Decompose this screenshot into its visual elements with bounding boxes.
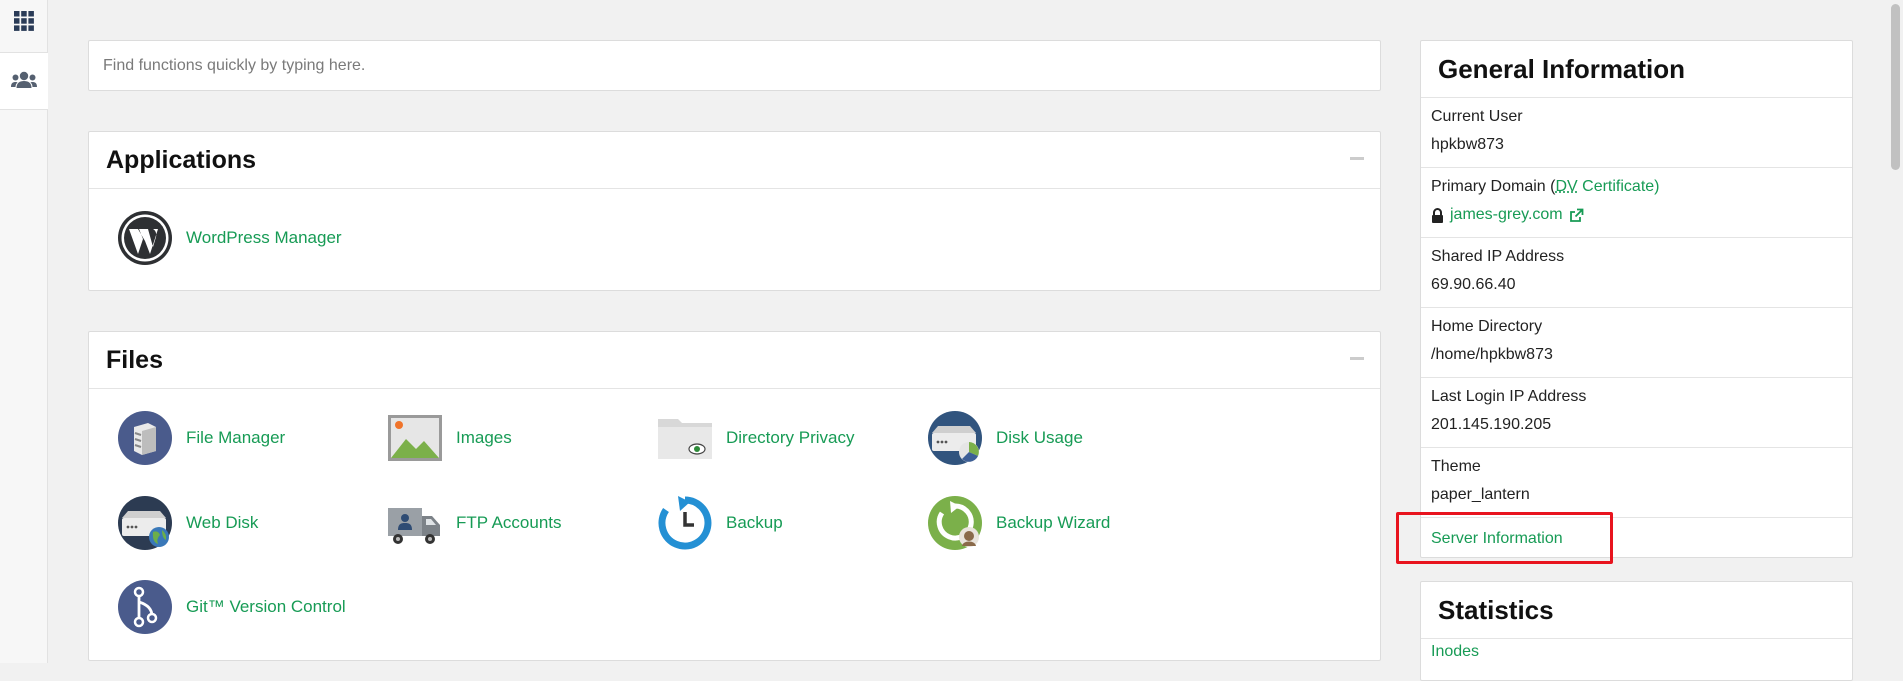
home-directory-row: Home Directory /home/hpkbw873 — [1421, 308, 1852, 378]
current-user-row: Current User hpkbw873 — [1421, 98, 1852, 168]
collapse-files-button[interactable] — [1350, 357, 1364, 360]
directory-privacy-icon — [656, 409, 714, 467]
backup-wizard-label: Backup Wizard — [996, 513, 1110, 533]
directory-privacy-item[interactable]: Directory Privacy — [656, 409, 854, 467]
ftp-accounts-label: FTP Accounts — [456, 513, 562, 533]
general-information-title: General Information — [1421, 41, 1852, 98]
page-scrollbar[interactable] — [1887, 0, 1903, 663]
images-label: Images — [456, 428, 512, 448]
images-item[interactable]: Images — [386, 409, 512, 467]
users-button[interactable] — [0, 52, 48, 110]
web-disk-item[interactable]: Web Disk — [116, 494, 258, 552]
current-user-label: Current User — [1431, 107, 1842, 127]
inodes-link[interactable]: Inodes — [1421, 639, 1852, 665]
files-panel: Files File Manager Images Directory Priv… — [88, 331, 1381, 661]
general-information-panel: General Information Current User hpkbw87… — [1420, 40, 1853, 558]
backup-wizard-icon — [926, 494, 984, 552]
dv-abbreviation[interactable]: DV — [1555, 178, 1577, 195]
scrollbar-thumb[interactable] — [1891, 4, 1900, 170]
file-manager-label: File Manager — [186, 428, 285, 448]
home-directory-value: /home/hpkbw873 — [1431, 345, 1842, 365]
external-link-icon[interactable] — [1569, 208, 1584, 223]
files-panel-header: Files — [89, 332, 1380, 389]
collapse-applications-button[interactable] — [1350, 157, 1364, 160]
server-information-link[interactable]: Server Information — [1421, 518, 1852, 560]
applications-panel: Applications WordPress Manager — [88, 131, 1381, 291]
applications-title: Applications — [106, 146, 256, 175]
primary-domain-label: Primary Domain (DV Certificate) — [1431, 177, 1842, 197]
web-disk-label: Web Disk — [186, 513, 258, 533]
left-rail — [0, 0, 48, 663]
files-title: Files — [106, 346, 163, 375]
domain-link[interactable]: james-grey.com — [1450, 205, 1563, 225]
wordpress-manager-label: WordPress Manager — [186, 228, 342, 248]
backup-item[interactable]: Backup — [656, 494, 783, 552]
theme-label: Theme — [1431, 457, 1842, 477]
backup-icon — [656, 494, 714, 552]
theme-value: paper_lantern — [1431, 485, 1842, 505]
wordpress-icon — [116, 209, 174, 267]
applications-panel-header: Applications — [89, 132, 1380, 189]
theme-row: Theme paper_lantern — [1421, 448, 1852, 518]
git-icon — [116, 578, 174, 636]
git-version-control-label: Git™ Version Control — [186, 597, 346, 617]
wordpress-manager-item[interactable]: WordPress Manager — [116, 209, 342, 267]
lock-icon — [1431, 208, 1444, 223]
shared-ip-row: Shared IP Address 69.90.66.40 — [1421, 238, 1852, 308]
shared-ip-label: Shared IP Address — [1431, 247, 1842, 267]
users-icon — [11, 71, 37, 91]
statistics-panel: Statistics Inodes — [1420, 581, 1853, 681]
backup-wizard-item[interactable]: Backup Wizard — [926, 494, 1110, 552]
disk-usage-item[interactable]: Disk Usage — [926, 409, 1083, 467]
search-input[interactable] — [88, 40, 1381, 91]
disk-usage-label: Disk Usage — [996, 428, 1083, 448]
last-login-row: Last Login IP Address 201.145.190.205 — [1421, 378, 1852, 448]
grid-icon — [14, 11, 34, 31]
ftp-accounts-item[interactable]: FTP Accounts — [386, 494, 562, 552]
disk-usage-icon — [926, 409, 984, 467]
web-disk-icon — [116, 494, 174, 552]
home-directory-label: Home Directory — [1431, 317, 1842, 337]
current-user-value: hpkbw873 — [1431, 135, 1842, 155]
directory-privacy-label: Directory Privacy — [726, 428, 854, 448]
git-version-control-item[interactable]: Git™ Version Control — [116, 578, 346, 636]
last-login-value: 201.145.190.205 — [1431, 415, 1842, 435]
statistics-title: Statistics — [1421, 582, 1852, 639]
file-manager-item[interactable]: File Manager — [116, 409, 285, 467]
last-login-label: Last Login IP Address — [1431, 387, 1842, 407]
primary-domain-row: Primary Domain (DV Certificate) james-gr… — [1421, 168, 1852, 238]
file-manager-icon — [116, 409, 174, 467]
primary-domain-value: james-grey.com — [1431, 205, 1842, 225]
images-icon — [386, 409, 444, 467]
shared-ip-value: 69.90.66.40 — [1431, 275, 1842, 295]
backup-label: Backup — [726, 513, 783, 533]
app-grid-button[interactable] — [0, 0, 48, 42]
primary-domain-text: Primary Domain ( — [1431, 178, 1555, 195]
certificate-text[interactable]: Certificate) — [1578, 178, 1660, 195]
ftp-accounts-icon — [386, 494, 444, 552]
